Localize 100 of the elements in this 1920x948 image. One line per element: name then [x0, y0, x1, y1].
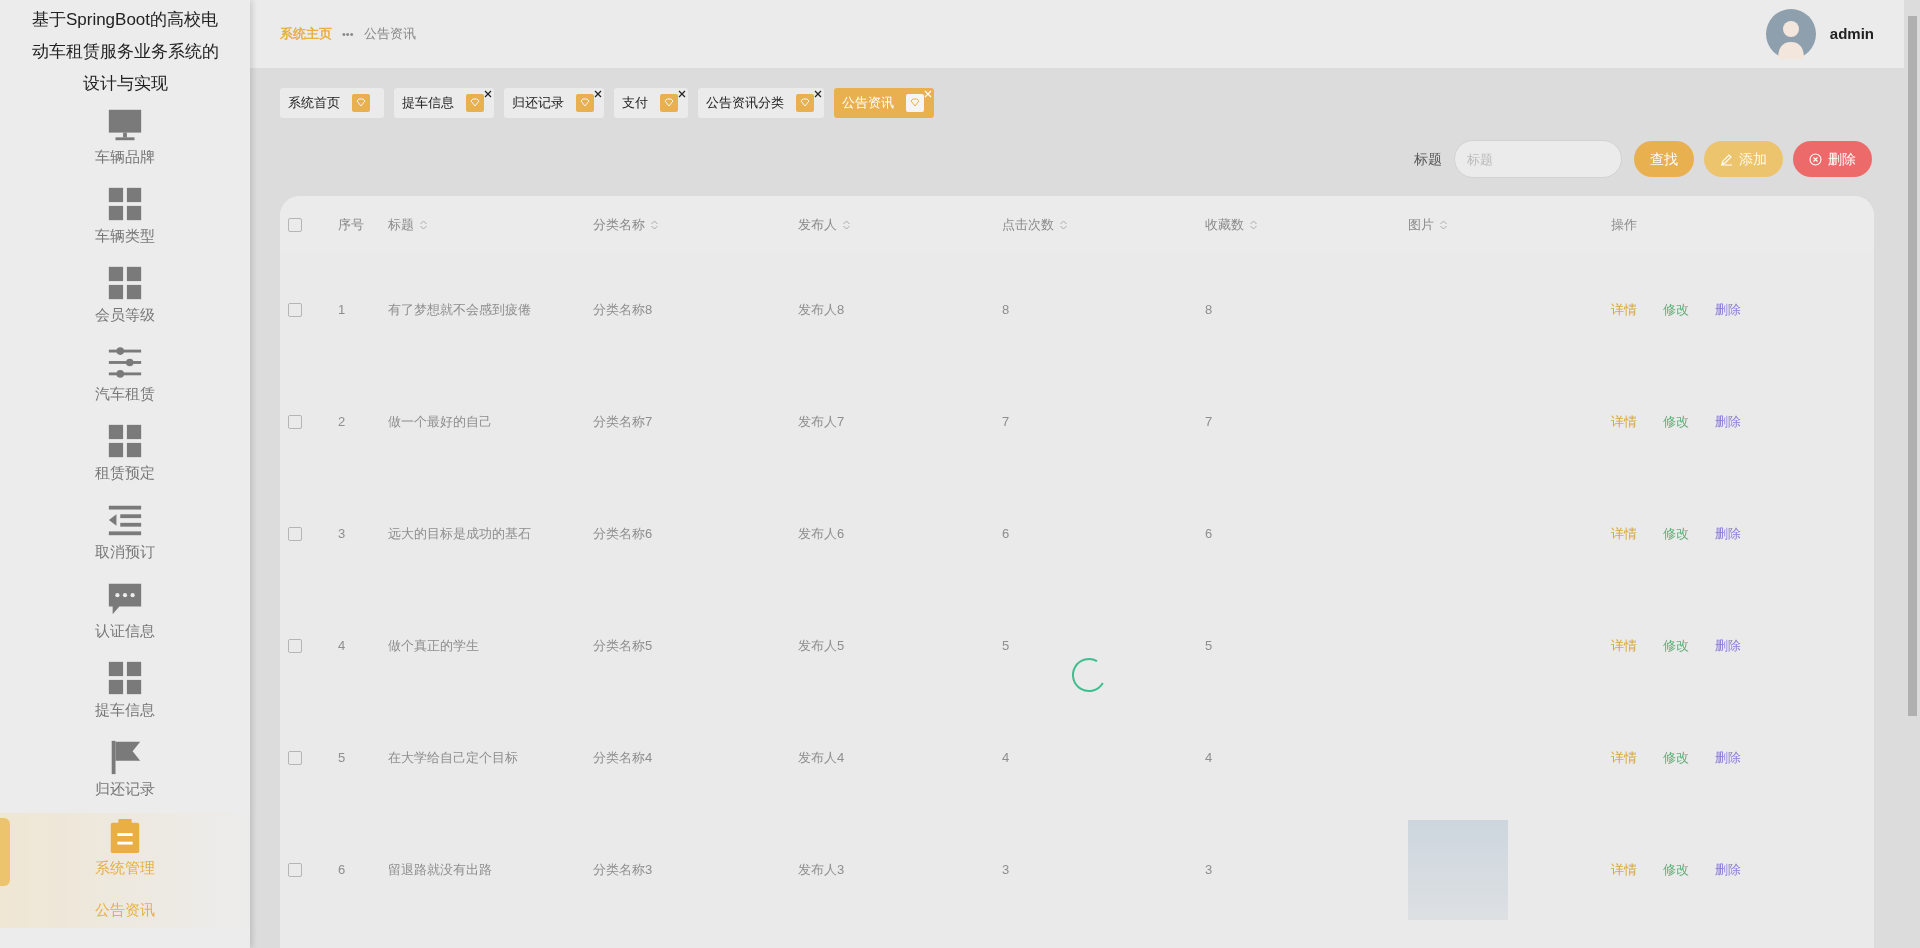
row-checkbox[interactable]: [288, 415, 302, 429]
table-cell-text: 5: [1205, 637, 1214, 656]
row-checkbox[interactable]: [288, 303, 302, 317]
table-cell-text: 分类名称3: [593, 861, 654, 880]
sidebar-item[interactable]: 系统管理: [0, 813, 250, 892]
grid-icon: [106, 264, 144, 302]
table-cell-text: 5: [1002, 637, 1011, 656]
edit-link[interactable]: 修改: [1663, 860, 1689, 880]
table-cell-text: 发布人7: [798, 413, 846, 432]
close-icon[interactable]: [594, 90, 602, 98]
close-icon[interactable]: [484, 90, 492, 98]
table-cell-text: 发布人8: [798, 301, 846, 320]
table-cell-text: 6: [1002, 525, 1011, 544]
table-cell-text: 7: [1002, 413, 1011, 432]
sidebar-item[interactable]: 汽车租赁: [0, 339, 250, 418]
pencil-icon: [1720, 152, 1733, 166]
delete-button[interactable]: 删除: [1793, 141, 1872, 177]
table-cell-text: 5: [338, 749, 347, 768]
column-header[interactable]: 发布人: [798, 215, 1002, 235]
detail-link[interactable]: 详情: [1611, 636, 1637, 656]
breadcrumb-link[interactable]: 公告资讯: [363, 24, 416, 44]
table-cell-text: 分类名称8: [593, 301, 654, 320]
page-tab[interactable]: 公告资讯: [834, 88, 934, 118]
table-cell-text: 4: [1205, 749, 1214, 768]
detail-link[interactable]: 详情: [1611, 860, 1637, 880]
sidebar-item[interactable]: 认证信息: [0, 576, 250, 655]
table-cell-text: 留退路就没有出路: [388, 861, 493, 880]
column-header[interactable]: 标题: [388, 215, 593, 235]
table-cell-text: 远大的目标是成功的基石: [388, 525, 532, 544]
table-cell-text: 8: [1002, 301, 1011, 320]
table-cell-text: 发布人6: [798, 525, 846, 544]
table-cell-text: 3: [1002, 861, 1011, 880]
gem-icon: [352, 94, 370, 112]
delete-link[interactable]: 删除: [1715, 860, 1741, 880]
breadcrumb-link[interactable]: 系统主页: [280, 24, 332, 44]
column-header[interactable]: 点击次数: [1002, 215, 1205, 235]
column-header: 操作: [1611, 216, 1638, 235]
edit-link[interactable]: 修改: [1663, 748, 1689, 768]
sidebar-item[interactable]: 车辆品牌: [0, 102, 250, 181]
detail-link[interactable]: 详情: [1611, 524, 1637, 544]
row-checkbox[interactable]: [288, 863, 302, 877]
circle-x-icon: [1809, 152, 1822, 166]
table-cell-text: 6: [1205, 525, 1214, 544]
delete-link[interactable]: 删除: [1715, 412, 1741, 432]
edit-link[interactable]: 修改: [1663, 412, 1689, 432]
table-cell-text: 分类名称6: [593, 525, 654, 544]
sidebar-subitem[interactable]: 公告资讯: [0, 892, 250, 928]
column-header[interactable]: 收藏数: [1205, 215, 1408, 235]
table-cell-text: 4: [338, 637, 347, 656]
grid-icon: [106, 659, 144, 697]
sort-icon: [1060, 220, 1067, 230]
active-indicator: [0, 818, 10, 886]
table-cell-text: 3: [1205, 861, 1214, 880]
edit-link[interactable]: 修改: [1663, 300, 1689, 320]
detail-link[interactable]: 详情: [1611, 412, 1637, 432]
table-cell-text: 2: [338, 413, 347, 432]
close-icon[interactable]: [678, 90, 686, 98]
search-button[interactable]: 查找: [1634, 141, 1694, 177]
table-cell-text: 4: [1002, 749, 1011, 768]
sidebar-item[interactable]: 取消预订: [0, 497, 250, 576]
table-cell-text: 3: [338, 525, 347, 544]
column-header[interactable]: 分类名称: [593, 215, 798, 235]
table-cell-text: 有了梦想就不会感到疲倦: [388, 301, 532, 320]
table-cell-text: 发布人3: [798, 861, 846, 880]
gem-icon: [796, 94, 814, 112]
page-tab[interactable]: 公告资讯分类: [698, 88, 824, 118]
delete-link[interactable]: 删除: [1715, 636, 1741, 656]
sidebar-item[interactable]: 提车信息: [0, 655, 250, 734]
page-tab[interactable]: 支付: [614, 88, 688, 118]
grid-icon: [106, 422, 144, 460]
page-tab[interactable]: 提车信息: [394, 88, 494, 118]
close-icon[interactable]: [814, 90, 822, 98]
detail-link[interactable]: 详情: [1611, 748, 1637, 768]
row-checkbox[interactable]: [288, 751, 302, 765]
table-cell-text: 分类名称5: [593, 637, 654, 656]
column-header: 序号: [338, 216, 365, 235]
edit-link[interactable]: 修改: [1663, 636, 1689, 656]
column-header[interactable]: 图片: [1408, 215, 1611, 235]
table-cell-text: 分类名称7: [593, 413, 654, 432]
gem-icon: [906, 94, 924, 112]
sidebar-item[interactable]: 会员等级: [0, 260, 250, 339]
edit-link[interactable]: 修改: [1663, 524, 1689, 544]
delete-link[interactable]: 删除: [1715, 300, 1741, 320]
sidebar-item[interactable]: 车辆类型: [0, 181, 250, 260]
delete-link[interactable]: 删除: [1715, 524, 1741, 544]
table-cell-text: 做个真正的学生: [388, 637, 480, 656]
page-tab[interactable]: 归还记录: [504, 88, 604, 118]
sidebar-item[interactable]: 租赁预定: [0, 418, 250, 497]
detail-link[interactable]: 详情: [1611, 300, 1637, 320]
search-label: 标题: [1414, 149, 1442, 169]
row-checkbox[interactable]: [288, 639, 302, 653]
add-button[interactable]: 添加: [1704, 141, 1783, 177]
page-tab[interactable]: 系统首页: [280, 88, 384, 118]
table-cell-text: 7: [1205, 413, 1214, 432]
table-cell-text: 发布人4: [798, 749, 846, 768]
sidebar-item[interactable]: 归还记录: [0, 734, 250, 813]
delete-link[interactable]: 删除: [1715, 748, 1741, 768]
row-checkbox[interactable]: [288, 527, 302, 541]
select-all-checkbox[interactable]: [288, 218, 302, 232]
sort-icon: [651, 220, 658, 230]
